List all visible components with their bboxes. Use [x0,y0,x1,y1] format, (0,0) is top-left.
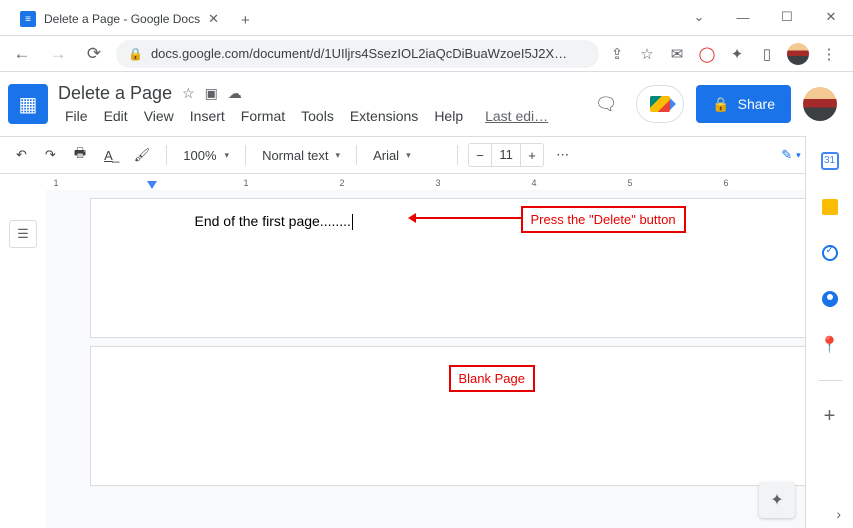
menu-format[interactable]: Format [234,106,292,126]
account-avatar[interactable] [803,87,837,121]
font-select[interactable]: Arial [367,144,447,167]
print-button[interactable]: 🖶 [68,140,92,170]
undo-button[interactable]: ↶ [10,143,33,167]
annotation-blank-page: Blank Page [449,365,536,392]
forward-button: → [44,40,72,68]
contacts-addon[interactable] [819,288,841,310]
paragraph-style-select[interactable]: Normal text [256,144,346,167]
dropdown-icon[interactable]: ⌄ [677,2,721,32]
back-button[interactable]: ← [8,40,36,68]
star-icon[interactable]: ☆ [182,85,195,102]
docs-logo[interactable]: ▦ [8,84,48,124]
zoom-select[interactable]: 100% [177,144,235,167]
menu-view[interactable]: View [137,106,181,126]
reload-button[interactable]: ⟳ [80,40,108,68]
menu-file[interactable]: File [58,106,95,126]
menu-help[interactable]: Help [427,106,470,126]
font-size-control: − 11 + [468,143,544,167]
menu-tools[interactable]: Tools [294,106,341,126]
calendar-addon[interactable]: 31 [819,150,841,172]
reader-icon[interactable]: ▯ [757,44,777,64]
last-edit-link[interactable]: Last edi… [478,106,555,126]
menu-extensions[interactable]: Extensions [343,106,425,126]
maps-addon[interactable]: 📍 [819,334,841,356]
page-2[interactable]: Blank Page [90,346,810,486]
page-1[interactable]: End of the first page........ Press the … [90,198,810,338]
editing-mode-button[interactable]: ✎ ▾ [773,143,808,167]
mail-icon[interactable]: ✉ [667,44,687,64]
text-cursor [352,214,353,230]
comments-icon[interactable]: 🗨 [588,86,624,122]
redo-button[interactable]: ↷ [39,143,62,167]
font-size-increase[interactable]: + [521,148,543,163]
share-label: Share [738,96,775,112]
browser-tab[interactable]: ≡ Delete a Page - Google Docs ✕ [8,3,231,35]
share-page-icon[interactable]: ⇪ [607,44,627,64]
document-canvas[interactable]: End of the first page........ Press the … [46,190,853,528]
chrome-menu-icon[interactable]: ⋮ [819,44,839,64]
spellcheck-button[interactable]: A̲ [98,144,122,167]
share-button[interactable]: 🔒 Share [696,85,791,123]
profile-avatar[interactable] [787,43,809,65]
maximize-button[interactable]: ☐ [765,2,809,32]
document-text[interactable]: End of the first page........ [195,213,351,229]
url-text: docs.google.com/document/d/1UIljrs4SsezI… [151,46,567,61]
address-bar[interactable]: 🔒 docs.google.com/document/d/1UIljrs4Sse… [116,40,599,68]
close-window-button[interactable]: ✕ [809,2,853,32]
meet-icon [650,96,670,112]
paint-format-button[interactable]: 🖌 [128,143,157,167]
cloud-status-icon[interactable]: ☁ [228,85,242,102]
keep-addon[interactable] [819,196,841,218]
ruler[interactable]: 1 1 2 3 4 5 6 [0,174,805,190]
tab-close-icon[interactable]: ✕ [208,11,219,27]
opera-ext-icon[interactable]: ◯ [697,44,717,64]
font-size-decrease[interactable]: − [469,148,491,163]
explore-button[interactable]: ✦ [759,482,795,518]
collapse-sidepanel-button[interactable]: › [836,506,841,522]
annotation-press-delete: Press the "Delete" button [521,206,686,233]
menu-insert[interactable]: Insert [183,106,232,126]
get-addons-button[interactable]: + [819,405,841,427]
side-panel: 31 📍 + › [805,136,853,528]
indent-marker[interactable] [147,181,157,189]
extensions-icon[interactable]: ✦ [727,44,747,64]
menu-bar: File Edit View Insert Format Tools Exten… [58,106,555,126]
tasks-addon[interactable] [819,242,841,264]
font-size-value[interactable]: 11 [491,144,521,166]
annotation-arrow [416,217,521,219]
document-title[interactable]: Delete a Page [58,83,172,104]
new-tab-button[interactable]: + [231,6,260,35]
menu-edit[interactable]: Edit [97,106,135,126]
more-toolbar-button[interactable]: ⋯ [550,143,575,167]
tab-title: Delete a Page - Google Docs [44,12,200,26]
bookmark-icon[interactable]: ☆ [637,44,657,64]
docs-favicon: ≡ [20,11,36,27]
move-icon[interactable]: ▣ [205,85,218,102]
minimize-button[interactable]: ― [721,2,765,32]
lock-share-icon: 🔒 [712,96,729,113]
meet-button[interactable] [636,85,684,123]
outline-toggle[interactable]: ☰ [9,220,37,248]
lock-icon: 🔒 [128,47,143,61]
